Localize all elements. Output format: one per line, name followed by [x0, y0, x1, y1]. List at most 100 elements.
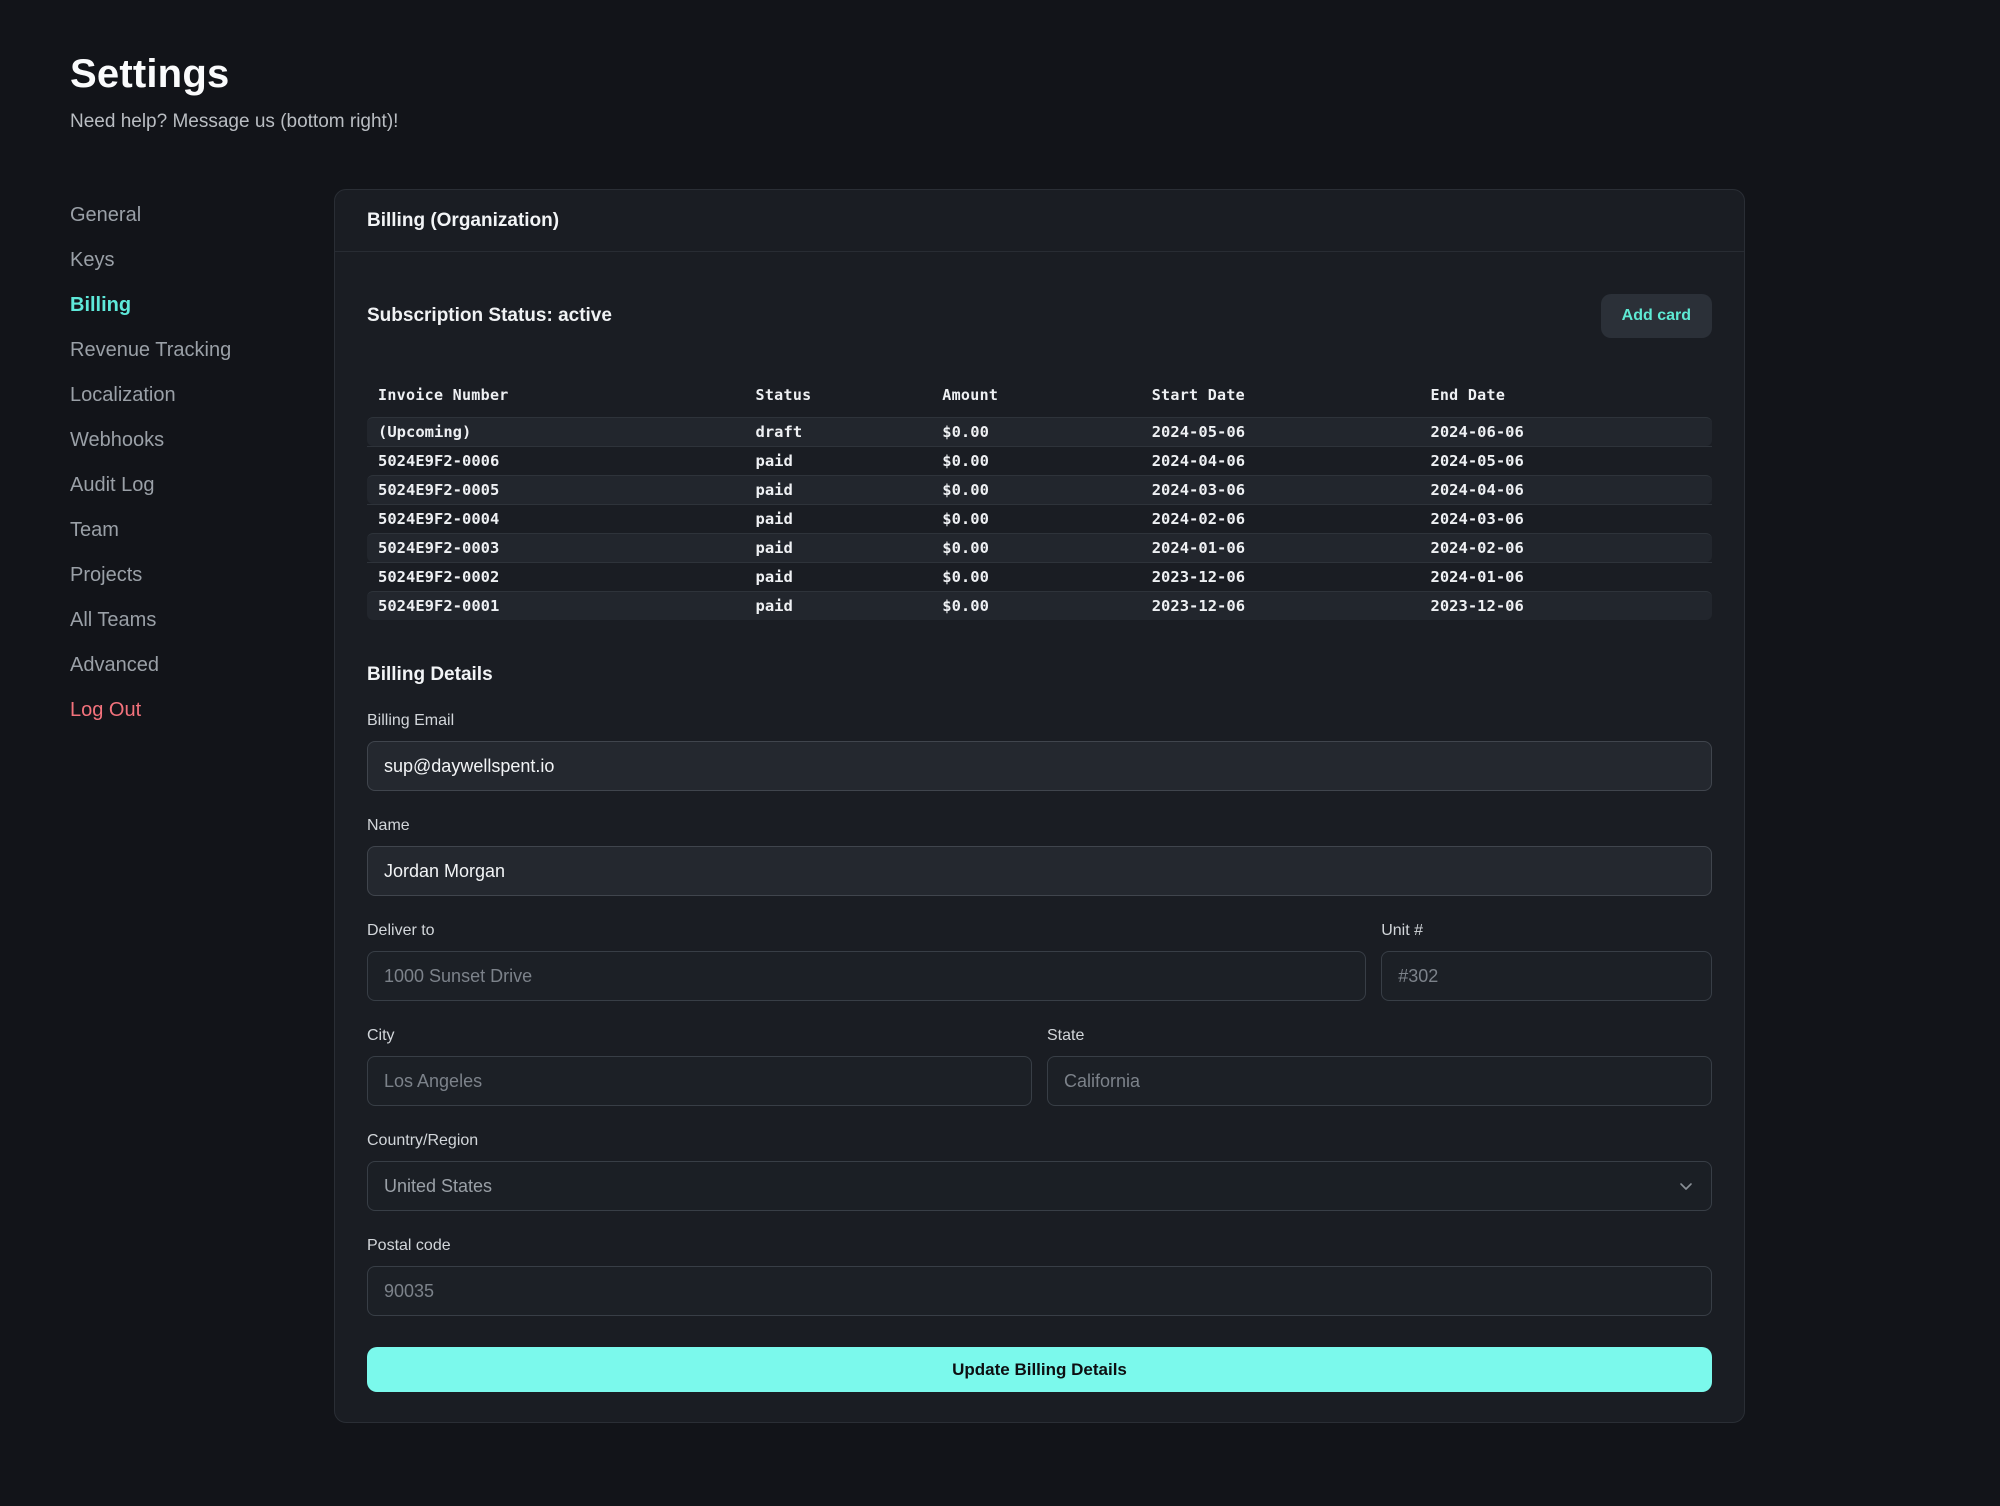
sidebar-item-revenue-tracking[interactable]: Revenue Tracking	[70, 328, 334, 373]
city-label: City	[367, 1027, 1032, 1045]
settings-sidebar: General Keys Billing Revenue Tracking Lo…	[70, 189, 334, 733]
subscription-status: Subscription Status: active	[367, 305, 612, 327]
invoice-status-cell: paid	[756, 481, 943, 499]
invoice-start-date-cell: 2024-03-06	[1152, 481, 1431, 499]
update-billing-details-button[interactable]: Update Billing Details	[367, 1347, 1712, 1392]
invoice-start-date-cell: 2023-12-06	[1152, 568, 1431, 586]
invoice-table-body: (Upcoming) draft $0.00 2024-05-06 2024-0…	[367, 417, 1712, 620]
add-card-button[interactable]: Add card	[1601, 294, 1712, 338]
city-state-row: City State	[367, 1001, 1712, 1106]
unit-input[interactable]	[1381, 951, 1712, 1001]
sidebar-item-label: Webhooks	[70, 429, 164, 452]
invoice-status-cell: paid	[756, 510, 943, 528]
page-header: Settings Need help? Message us (bottom r…	[0, 0, 2000, 133]
sidebar-item-label: Projects	[70, 564, 142, 587]
invoice-end-date-cell: 2024-01-06	[1431, 568, 1713, 586]
invoice-number-cell: 5024E9F2-0004	[378, 510, 756, 528]
invoice-end-date-cell: 2024-05-06	[1431, 452, 1713, 470]
panel-header: Billing (Organization)	[335, 190, 1744, 252]
sidebar-item-log-out[interactable]: Log Out	[70, 688, 334, 733]
sidebar-item-localization[interactable]: Localization	[70, 373, 334, 418]
sidebar-item-audit-log[interactable]: Audit Log	[70, 463, 334, 508]
invoice-status-cell: paid	[756, 568, 943, 586]
panel-title: Billing (Organization)	[367, 210, 559, 232]
invoice-amount-cell: $0.00	[942, 568, 1151, 586]
invoice-amount-cell: $0.00	[942, 597, 1151, 615]
invoice-start-date-cell: 2024-04-06	[1152, 452, 1431, 470]
state-input[interactable]	[1047, 1056, 1712, 1106]
invoice-amount-cell: $0.00	[942, 481, 1151, 499]
invoice-end-date-cell: 2023-12-06	[1431, 597, 1713, 615]
column-invoice-number: Invoice Number	[378, 386, 756, 404]
postal-code-input[interactable]	[367, 1266, 1712, 1316]
name-input[interactable]	[367, 846, 1712, 896]
country-select[interactable]: United States	[367, 1161, 1712, 1211]
country-select-wrap: United States	[367, 1161, 1712, 1211]
invoice-number-cell: 5024E9F2-0005	[378, 481, 756, 499]
invoice-table: Invoice Number Status Amount Start Date …	[367, 380, 1712, 620]
invoice-amount-cell: $0.00	[942, 423, 1151, 441]
invoice-number-cell: (Upcoming)	[378, 423, 756, 441]
invoice-start-date-cell: 2023-12-06	[1152, 597, 1431, 615]
invoice-status-cell: paid	[756, 597, 943, 615]
subscription-row: Subscription Status: active Add card	[367, 294, 1712, 338]
column-end-date: End Date	[1431, 386, 1713, 404]
billing-details-heading: Billing Details	[367, 664, 1712, 686]
invoice-row: 5024E9F2-0003 paid $0.00 2024-01-06 2024…	[367, 533, 1712, 562]
invoice-number-cell: 5024E9F2-0006	[378, 452, 756, 470]
sidebar-item-team[interactable]: Team	[70, 508, 334, 553]
sidebar-item-all-teams[interactable]: All Teams	[70, 598, 334, 643]
invoice-row: 5024E9F2-0002 paid $0.00 2023-12-06 2024…	[367, 562, 1712, 591]
city-input[interactable]	[367, 1056, 1032, 1106]
sidebar-item-label: Advanced	[70, 654, 159, 677]
postal-code-label: Postal code	[367, 1237, 1712, 1255]
billing-email-label: Billing Email	[367, 712, 1712, 730]
billing-email-input[interactable]	[367, 741, 1712, 791]
deliver-to-input[interactable]	[367, 951, 1366, 1001]
sidebar-item-label: Billing	[70, 294, 131, 317]
sidebar-item-label: Team	[70, 519, 119, 542]
sidebar-item-label: Keys	[70, 249, 114, 272]
invoice-end-date-cell: 2024-06-06	[1431, 423, 1713, 441]
sidebar-item-label: Localization	[70, 384, 176, 407]
invoice-amount-cell: $0.00	[942, 539, 1151, 557]
sidebar-item-billing[interactable]: Billing	[70, 283, 334, 328]
invoice-status-cell: draft	[756, 423, 943, 441]
invoice-start-date-cell: 2024-01-06	[1152, 539, 1431, 557]
sidebar-item-keys[interactable]: Keys	[70, 238, 334, 283]
billing-panel: Billing (Organization) Subscription Stat…	[334, 189, 1745, 1423]
invoice-amount-cell: $0.00	[942, 452, 1151, 470]
invoice-row: (Upcoming) draft $0.00 2024-05-06 2024-0…	[367, 417, 1712, 446]
country-label: Country/Region	[367, 1132, 1712, 1150]
sidebar-item-label: General	[70, 204, 141, 227]
sidebar-item-webhooks[interactable]: Webhooks	[70, 418, 334, 463]
sidebar-item-advanced[interactable]: Advanced	[70, 643, 334, 688]
column-amount: Amount	[942, 386, 1151, 404]
deliver-to-label: Deliver to	[367, 922, 1366, 940]
invoice-table-header: Invoice Number Status Amount Start Date …	[367, 380, 1712, 410]
invoice-amount-cell: $0.00	[942, 510, 1151, 528]
invoice-status-cell: paid	[756, 452, 943, 470]
state-label: State	[1047, 1027, 1712, 1045]
page-title: Settings	[70, 52, 2000, 97]
invoice-row: 5024E9F2-0006 paid $0.00 2024-04-06 2024…	[367, 446, 1712, 475]
sidebar-item-general[interactable]: General	[70, 193, 334, 238]
invoice-row: 5024E9F2-0004 paid $0.00 2024-02-06 2024…	[367, 504, 1712, 533]
invoice-end-date-cell: 2024-03-06	[1431, 510, 1713, 528]
address-row: Deliver to Unit #	[367, 896, 1712, 1001]
page-subtitle: Need help? Message us (bottom right)!	[70, 111, 2000, 133]
country-selected-value: United States	[384, 1176, 492, 1196]
sidebar-item-label: Audit Log	[70, 474, 155, 497]
sidebar-item-label: Log Out	[70, 699, 141, 722]
sidebar-item-projects[interactable]: Projects	[70, 553, 334, 598]
sidebar-item-label: All Teams	[70, 609, 156, 632]
invoice-status-cell: paid	[756, 539, 943, 557]
invoice-row: 5024E9F2-0005 paid $0.00 2024-03-06 2024…	[367, 475, 1712, 504]
invoice-number-cell: 5024E9F2-0003	[378, 539, 756, 557]
panel-body: Subscription Status: active Add card Inv…	[335, 252, 1744, 1422]
invoice-row: 5024E9F2-0001 paid $0.00 2023-12-06 2023…	[367, 591, 1712, 620]
invoice-end-date-cell: 2024-04-06	[1431, 481, 1713, 499]
unit-label: Unit #	[1381, 922, 1712, 940]
invoice-number-cell: 5024E9F2-0001	[378, 597, 756, 615]
main-layout: General Keys Billing Revenue Tracking Lo…	[0, 189, 2000, 1423]
